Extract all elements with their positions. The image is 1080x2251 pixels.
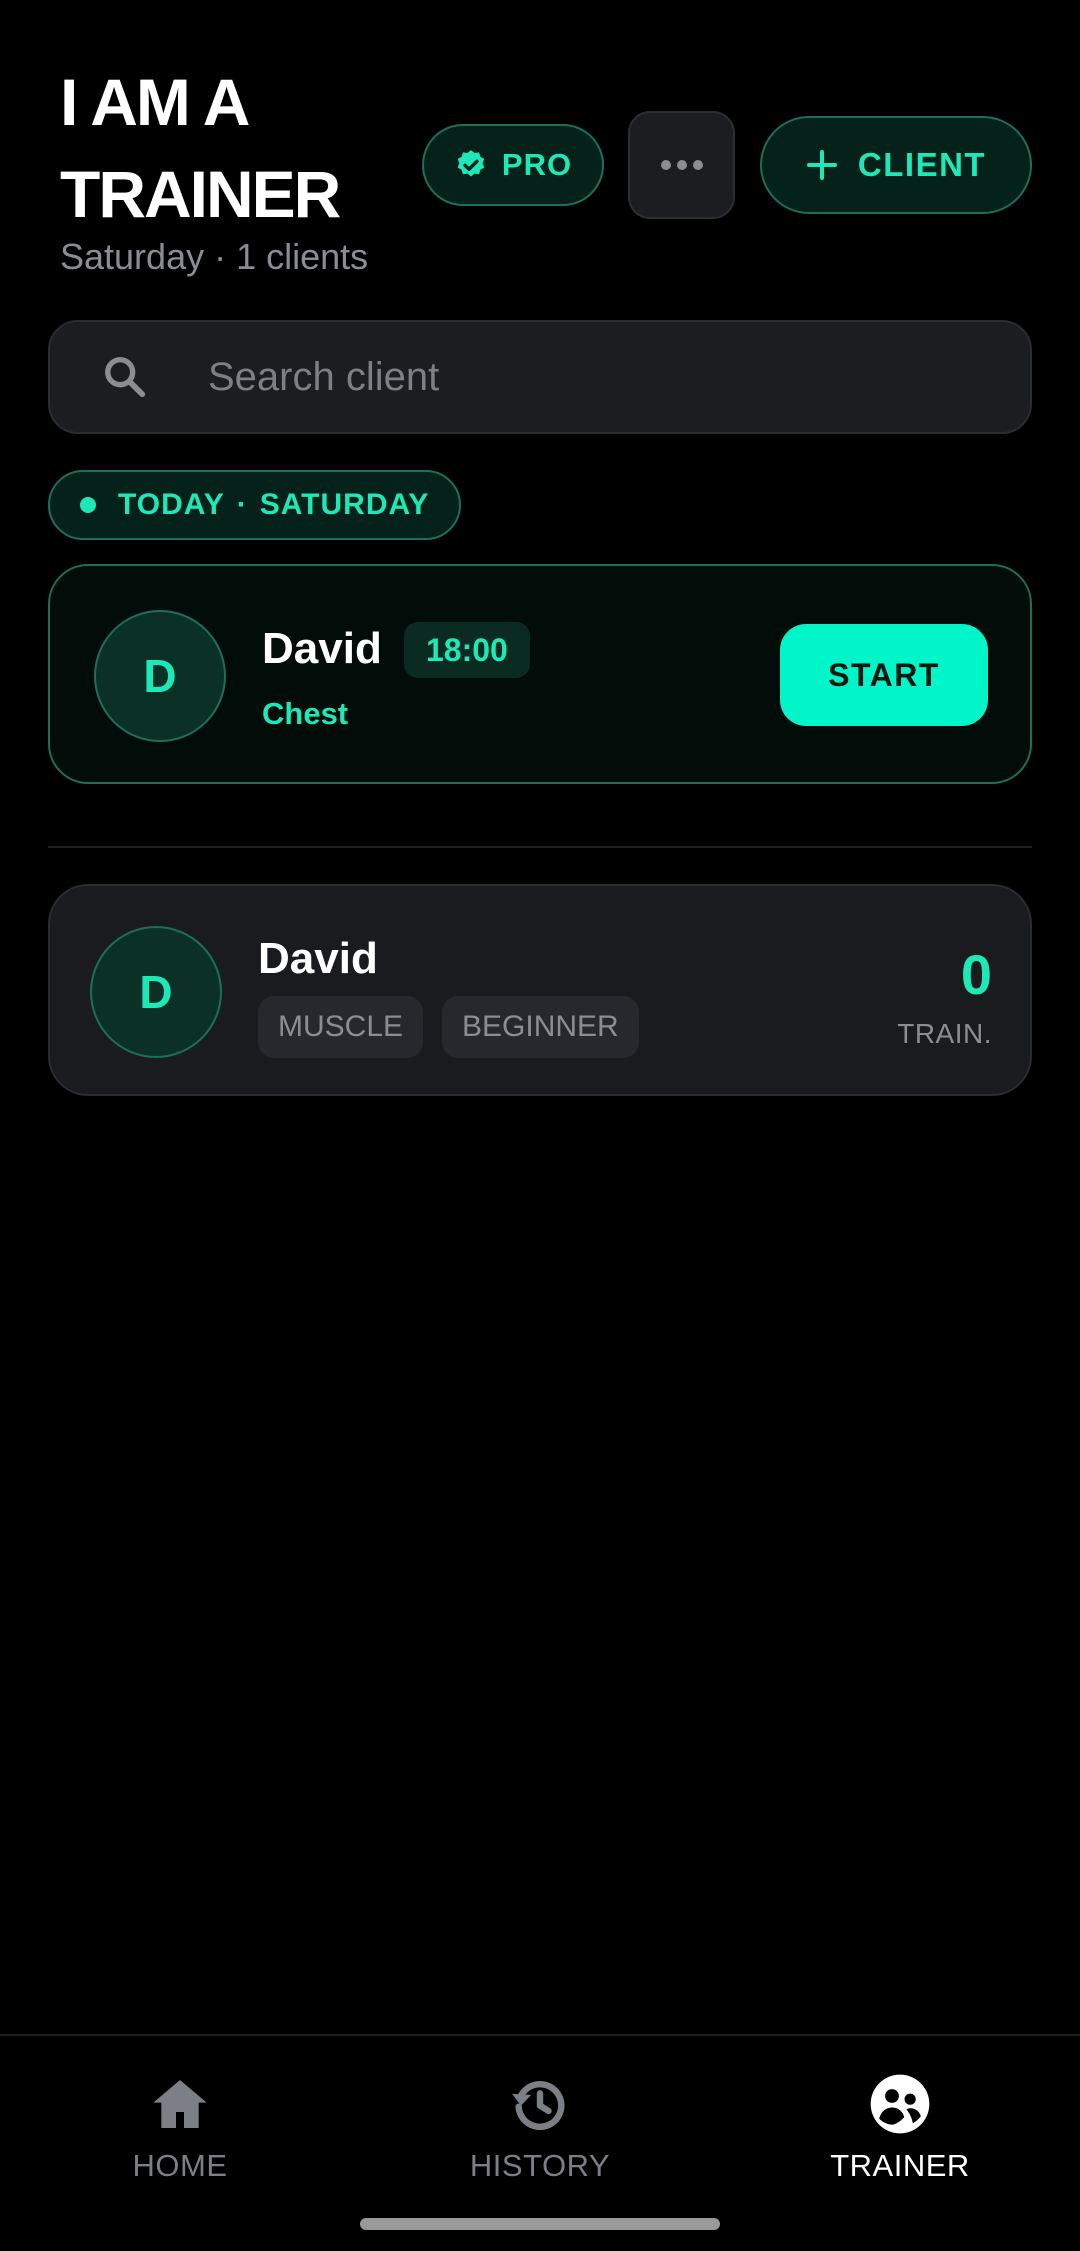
client-level-tag: BEGINNER [442, 996, 639, 1058]
more-dots-icon [660, 160, 703, 170]
home-indicator[interactable] [360, 2218, 720, 2230]
search-input[interactable] [206, 322, 1030, 432]
start-session-button[interactable]: START [780, 624, 988, 726]
session-time-badge: 18:00 [404, 622, 530, 678]
history-icon [512, 2081, 565, 2130]
avatar: D [94, 610, 226, 742]
client-card[interactable]: D David MUSCLE BEGINNER 0 TRAIN. [48, 884, 1032, 1096]
section-divider [48, 846, 1032, 848]
pro-badge[interactable]: PRO [422, 124, 604, 206]
avatar: D [90, 926, 222, 1058]
plus-icon [806, 150, 837, 180]
trainer-icon [870, 2074, 930, 2134]
today-label: TODAY [118, 488, 225, 521]
nav-label-history: HISTORY [469, 2148, 611, 2183]
trainer-screen: I AM A TRAINER Saturday · 1 clients PRO … [0, 0, 1080, 2251]
training-count: 0 [960, 943, 992, 1006]
today-separator: · [236, 488, 248, 521]
status-dot-icon [80, 497, 96, 513]
more-options-button[interactable] [628, 111, 735, 219]
page-subtitle: Saturday · 1 clients [60, 236, 369, 277]
session-focus: Chest [262, 696, 349, 731]
verified-badge-icon [457, 150, 485, 177]
today-session-card[interactable]: D David 18:00 Chest START [48, 564, 1032, 784]
nav-item-history[interactable]: HISTORY [390, 2072, 690, 2192]
nav-label-trainer: TRAINER [830, 2148, 970, 2183]
today-filter-pill[interactable]: TODAY · SATURDAY [48, 470, 462, 540]
pro-label: PRO [501, 147, 573, 182]
search-icon [105, 357, 146, 398]
nav-item-trainer[interactable]: TRAINER [750, 2072, 1050, 2192]
page-title: I AM A TRAINER [60, 65, 341, 231]
client-goal-tag: MUSCLE [258, 996, 424, 1058]
nav-label-home: HOME [132, 2148, 228, 2183]
training-count-label: TRAIN. [897, 1018, 992, 1049]
today-day: SATURDAY [259, 488, 430, 521]
add-client-label: CLIENT [857, 146, 987, 183]
client-name: David [258, 934, 378, 983]
session-client-name: David [262, 624, 382, 673]
add-client-button[interactable]: CLIENT [760, 116, 1032, 214]
home-icon [153, 2080, 207, 2128]
nav-item-home[interactable]: HOME [30, 2072, 330, 2192]
search-bar[interactable] [48, 320, 1032, 434]
